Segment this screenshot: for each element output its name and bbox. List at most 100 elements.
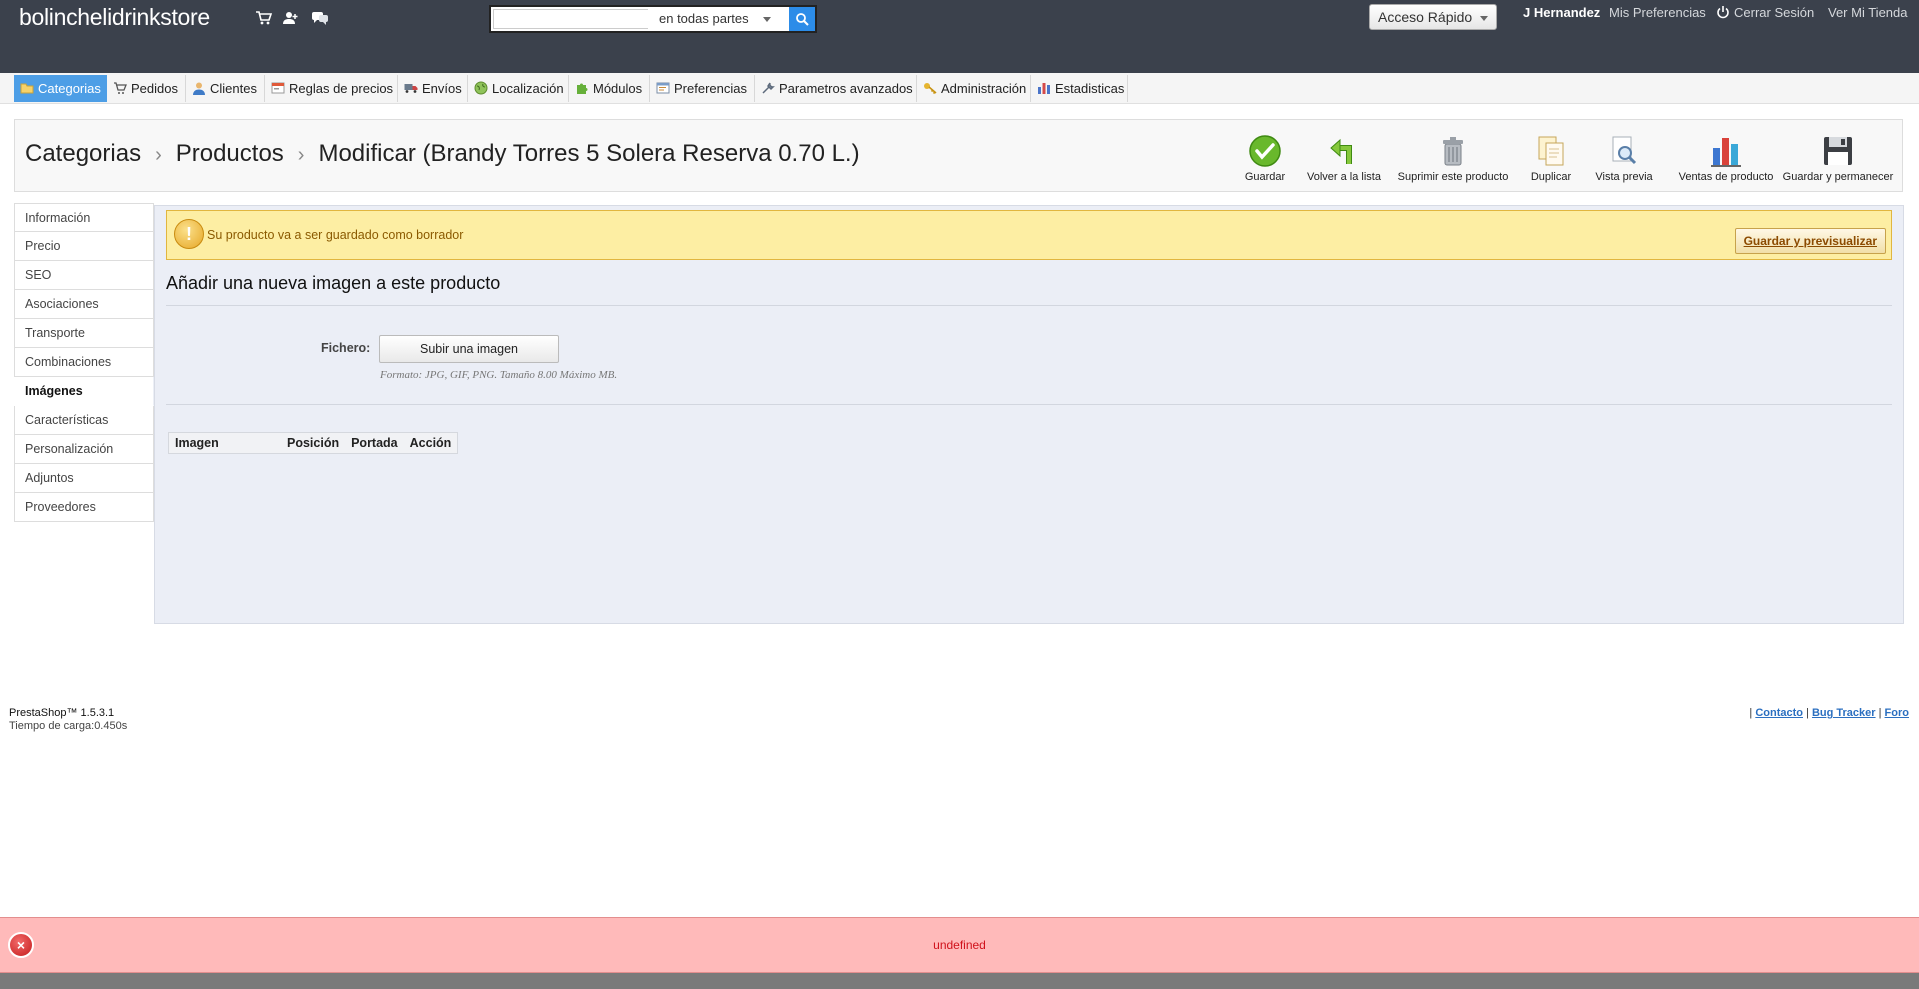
globe-icon bbox=[474, 81, 488, 95]
my-preferences-link[interactable]: Mis Preferencias bbox=[1609, 5, 1706, 20]
tab-label: Módulos bbox=[593, 81, 643, 96]
price-rules-icon bbox=[271, 82, 285, 94]
breadcrumb: Categorias › Productos › Modificar (Brandy T… bbox=[25, 140, 860, 168]
product-tab-personalizacion[interactable]: Personalización bbox=[14, 435, 154, 464]
logout-link[interactable]: Cerrar Sesión bbox=[1734, 5, 1814, 20]
product-tab-transporte[interactable]: Transporte bbox=[14, 319, 154, 348]
tab-label: Clientes bbox=[210, 81, 257, 96]
save-button[interactable]: Guardar bbox=[1241, 134, 1289, 183]
customers-icon[interactable] bbox=[282, 9, 300, 27]
search-button[interactable] bbox=[789, 7, 815, 31]
cart-icon bbox=[114, 82, 127, 94]
product-tab-adjuntos[interactable]: Adjuntos bbox=[14, 464, 154, 493]
tab-parametros-avanzados[interactable]: Parametros avanzados bbox=[755, 75, 917, 102]
tab-administracion[interactable]: Administración bbox=[917, 75, 1031, 102]
product-sales-label: Ventas de producto bbox=[1678, 171, 1774, 183]
floppy-icon bbox=[1824, 137, 1852, 165]
forum-link[interactable]: Foro bbox=[1885, 707, 1909, 719]
trash-icon bbox=[1443, 137, 1463, 166]
delete-product-button[interactable]: Suprimir este producto bbox=[1393, 134, 1513, 183]
bottom-strip bbox=[0, 973, 1919, 989]
footer-separator: | bbox=[1806, 707, 1809, 719]
tab-categorias[interactable]: Categorias bbox=[14, 75, 107, 102]
power-icon[interactable] bbox=[1716, 5, 1730, 19]
back-to-list-button[interactable]: Volver a la lista bbox=[1303, 134, 1385, 183]
quick-access-select[interactable]: Acceso Rápido bbox=[1369, 4, 1497, 30]
footer-links: | Contacto | Bug Tracker | Foro bbox=[1749, 707, 1909, 719]
upload-image-button[interactable]: Subir una imagen bbox=[379, 335, 559, 363]
search-scope-select[interactable]: en todas partes bbox=[659, 7, 779, 31]
tab-label: Categorias bbox=[38, 81, 101, 96]
preview-label: Vista previa bbox=[1595, 171, 1653, 183]
column-header-accion: Acción bbox=[409, 436, 452, 450]
error-bar: × undefined bbox=[0, 917, 1919, 973]
tab-pedidos[interactable]: Pedidos bbox=[107, 75, 186, 102]
save-label: Guardar bbox=[1244, 171, 1286, 183]
header-bar: bolinchelidrinkstore en todas partes Acc… bbox=[0, 0, 1919, 73]
tab-label: Administración bbox=[941, 81, 1027, 96]
tab-label: Pedidos bbox=[131, 81, 178, 96]
divider bbox=[166, 305, 1892, 306]
search-box: en todas partes bbox=[489, 5, 817, 33]
product-tab-precio[interactable]: Precio bbox=[14, 232, 154, 261]
view-shop-link[interactable]: Ver Mi Tienda bbox=[1828, 5, 1908, 20]
footer-separator: | bbox=[1878, 707, 1882, 719]
tab-estadisticas[interactable]: Estadisticas bbox=[1031, 75, 1128, 102]
save-check-icon bbox=[1249, 135, 1281, 167]
breadcrumb-item[interactable]: Productos bbox=[176, 140, 284, 167]
file-label: Fichero: bbox=[321, 341, 371, 355]
preview-button[interactable]: Vista previa bbox=[1594, 134, 1654, 183]
image-table-header: Imagen Posición Portada Acción bbox=[168, 432, 459, 454]
tab-label: Envíos bbox=[422, 81, 462, 96]
contact-link[interactable]: Contacto bbox=[1755, 707, 1803, 719]
employee-name: J Hernandez bbox=[1523, 5, 1601, 20]
column-header-imagen: Imagen bbox=[175, 436, 219, 450]
tab-label: Preferencias bbox=[674, 81, 747, 96]
tab-localizacion[interactable]: Localización bbox=[468, 75, 569, 102]
tab-label: Reglas de precios bbox=[289, 81, 394, 96]
delete-product-label: Suprimir este producto bbox=[1397, 171, 1509, 183]
user-icon bbox=[193, 82, 205, 95]
tab-preferencias[interactable]: Preferencias bbox=[650, 75, 755, 102]
product-tab-proveedores[interactable]: Proveedores bbox=[14, 493, 154, 522]
duplicate-icon bbox=[1538, 136, 1564, 166]
save-and-stay-label: Guardar y permanecer bbox=[1782, 171, 1894, 183]
tab-envios[interactable]: Envíos bbox=[398, 75, 468, 102]
divider bbox=[166, 404, 1892, 405]
product-tab-asociaciones[interactable]: Asociaciones bbox=[14, 290, 154, 319]
bug-tracker-link[interactable]: Bug Tracker bbox=[1812, 707, 1876, 719]
product-sales-button[interactable]: Ventas de producto bbox=[1674, 134, 1778, 183]
product-tab-imagenes[interactable]: Imágenes bbox=[14, 377, 154, 406]
tab-reglas-de-precios[interactable]: Reglas de precios bbox=[265, 75, 398, 102]
breadcrumb-item[interactable]: Categorias bbox=[25, 140, 141, 167]
product-tab-combinaciones[interactable]: Combinaciones bbox=[14, 348, 154, 377]
tab-label: Estadisticas bbox=[1055, 81, 1125, 96]
shop-name-link[interactable]: bolinchelidrinkstore bbox=[19, 4, 210, 31]
cart-icon[interactable] bbox=[255, 9, 273, 27]
tab-label: Parametros avanzados bbox=[779, 81, 913, 96]
preferences-icon bbox=[656, 82, 670, 94]
product-tabs: Información Precio SEO Asociaciones Tran… bbox=[14, 203, 154, 522]
save-and-preview-button[interactable]: Guardar y previsualizar bbox=[1734, 228, 1886, 254]
quick-access-label: Acceso Rápido bbox=[1378, 9, 1473, 25]
chevron-down-icon bbox=[1480, 16, 1488, 21]
duplicate-button[interactable]: Duplicar bbox=[1523, 134, 1579, 183]
warning-icon: ! bbox=[174, 219, 204, 249]
sales-chart-icon bbox=[1711, 138, 1741, 167]
product-tab-caracteristicas[interactable]: Características bbox=[14, 406, 154, 435]
warning-text: Su producto va a ser guardado como borra… bbox=[207, 228, 464, 242]
chevron-down-icon bbox=[763, 17, 771, 22]
product-tab-informacion[interactable]: Información bbox=[14, 203, 154, 232]
column-header-posicion: Posición bbox=[287, 436, 340, 450]
back-to-list-label: Volver a la lista bbox=[1307, 171, 1381, 183]
tab-modulos[interactable]: Módulos bbox=[569, 75, 650, 102]
wrench-icon bbox=[762, 82, 775, 94]
search-input[interactable] bbox=[493, 9, 648, 29]
product-tab-seo[interactable]: SEO bbox=[14, 261, 154, 290]
save-and-stay-button[interactable]: Guardar y permanecer bbox=[1779, 134, 1897, 183]
tab-clientes[interactable]: Clientes bbox=[186, 75, 265, 102]
footer-load-time: Tiempo de carga:0.450s bbox=[9, 720, 128, 732]
column-header-portada: Portada bbox=[351, 436, 398, 450]
stats-icon bbox=[1038, 83, 1050, 94]
messages-icon[interactable] bbox=[311, 9, 329, 27]
